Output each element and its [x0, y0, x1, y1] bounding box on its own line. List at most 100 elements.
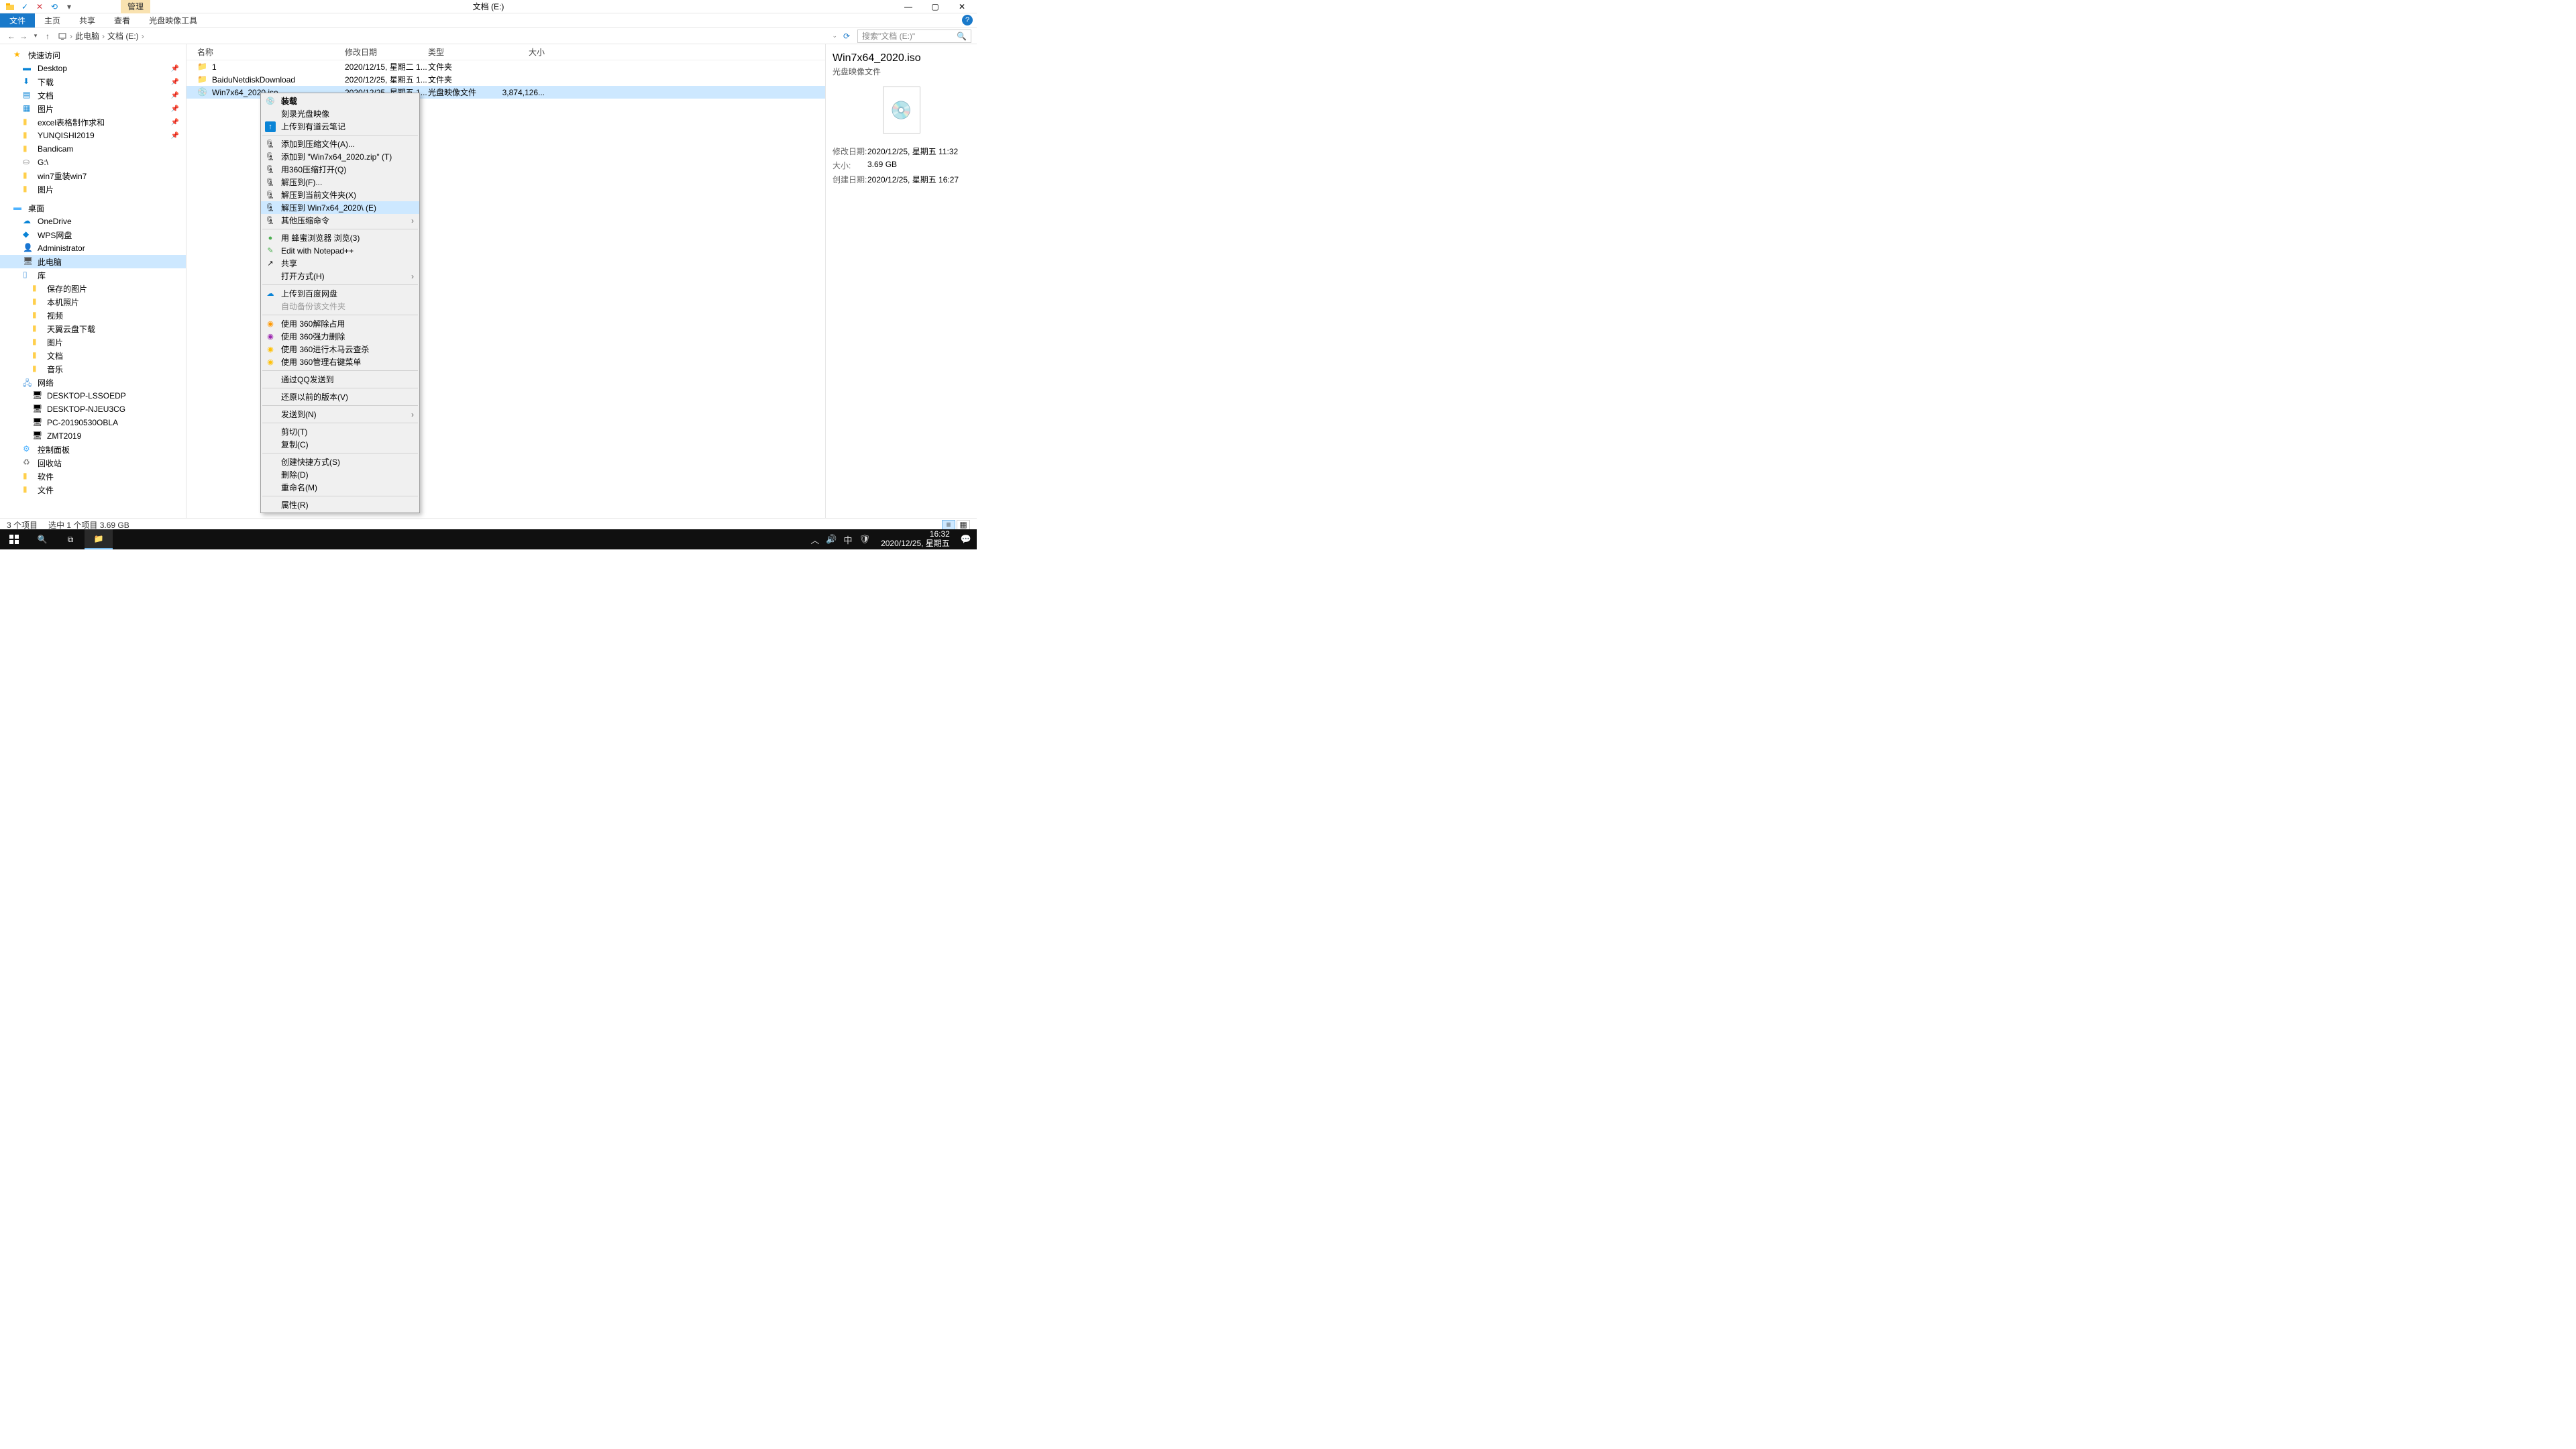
nav-pictures[interactable]: ▦图片📌: [0, 102, 186, 115]
nav-folder[interactable]: ▮YUNQISHI2019📌: [0, 129, 186, 142]
ctx-baidu[interactable]: ☁上传到百度网盘: [261, 287, 419, 300]
nav-up-icon[interactable]: ↑: [42, 32, 54, 41]
nav-folder[interactable]: ▮图片: [0, 335, 186, 349]
column-headers[interactable]: 名称 修改日期 类型 大小: [186, 44, 825, 60]
nav-folder[interactable]: ▮图片: [0, 182, 186, 196]
ctx-360-delete[interactable]: ◉使用 360强力删除: [261, 330, 419, 343]
table-row[interactable]: 📁 BaiduNetdiskDownload 2020/12/25, 星期五 1…: [186, 73, 825, 86]
help-icon[interactable]: ?: [962, 15, 973, 25]
ctx-rename[interactable]: 重命名(M): [261, 481, 419, 494]
nav-folder[interactable]: ▮文件: [0, 483, 186, 496]
nav-folder[interactable]: ▮软件: [0, 470, 186, 483]
nav-quick-access[interactable]: ★快速访问: [0, 48, 186, 62]
nav-control-panel[interactable]: ⚙控制面板: [0, 443, 186, 456]
col-date[interactable]: 修改日期: [345, 46, 428, 58]
ctx-other-compress[interactable]: 🗜其他压缩命令›: [261, 214, 419, 227]
search-input[interactable]: 搜索"文档 (E:)" 🔍: [857, 30, 971, 43]
minimize-button[interactable]: —: [895, 0, 922, 13]
ctx-share[interactable]: ↗共享: [261, 257, 419, 270]
nav-downloads[interactable]: ⬇下载📌: [0, 75, 186, 89]
nav-folder[interactable]: ▮Bandicam: [0, 142, 186, 156]
nav-back-icon[interactable]: ←: [5, 32, 17, 41]
qat-check-icon[interactable]: ✓: [19, 1, 31, 13]
crumb-pc[interactable]: 此电脑: [75, 30, 99, 42]
col-type[interactable]: 类型: [428, 46, 498, 58]
crumb-location[interactable]: 文档 (E:): [107, 30, 139, 42]
search-button[interactable]: 🔍: [28, 529, 56, 549]
ime-icon[interactable]: 中: [844, 533, 853, 546]
ctx-shortcut[interactable]: 创建快捷方式(S): [261, 455, 419, 468]
col-name[interactable]: 名称: [197, 46, 345, 58]
ctx-properties[interactable]: 属性(R): [261, 498, 419, 511]
ctx-open-with[interactable]: 打开方式(H)›: [261, 270, 419, 282]
contextual-tab-manage[interactable]: 管理: [121, 0, 150, 13]
nav-forward-icon[interactable]: →: [17, 32, 30, 41]
nav-recycle-bin[interactable]: ♻回收站: [0, 456, 186, 470]
nav-folder[interactable]: ▮音乐: [0, 362, 186, 376]
security-icon[interactable]: 🛡: [859, 534, 871, 545]
nav-computer[interactable]: 🖥DESKTOP-LSSOEDP: [0, 389, 186, 402]
navigation-pane[interactable]: ★快速访问 ▬Desktop📌 ⬇下载📌 ▤文档📌 ▦图片📌 ▮excel表格制…: [0, 44, 186, 518]
qat-delete-icon[interactable]: ✕: [34, 1, 46, 13]
ctx-mount[interactable]: 💿装载: [261, 95, 419, 107]
ctx-open-360[interactable]: 🗜用360压缩打开(Q): [261, 163, 419, 176]
task-view-button[interactable]: ⧉: [56, 529, 85, 549]
chevron-right-icon[interactable]: ›: [68, 32, 74, 41]
nav-onedrive[interactable]: ☁OneDrive: [0, 215, 186, 228]
nav-folder[interactable]: ▮excel表格制作求和📌: [0, 115, 186, 129]
qat-undo-icon[interactable]: ⟲: [48, 1, 60, 13]
tab-share[interactable]: 共享: [70, 13, 105, 28]
nav-this-pc[interactable]: 🖥此电脑: [0, 255, 186, 268]
nav-user[interactable]: 👤Administrator: [0, 241, 186, 255]
ctx-send-to[interactable]: 发送到(N)›: [261, 408, 419, 421]
ctx-cut[interactable]: 剪切(T): [261, 425, 419, 438]
ctx-restore-version[interactable]: 还原以前的版本(V): [261, 390, 419, 403]
ctx-extract-folder[interactable]: 🗜解压到 Win7x64_2020\ (E): [261, 201, 419, 214]
ctx-copy[interactable]: 复制(C): [261, 438, 419, 451]
nav-videos[interactable]: ▮视频: [0, 309, 186, 322]
chevron-right-icon[interactable]: ›: [140, 32, 146, 41]
nav-libraries[interactable]: ▯库: [0, 268, 186, 282]
nav-folder[interactable]: ▮文档: [0, 349, 186, 362]
maximize-button[interactable]: ▢: [922, 0, 949, 13]
ctx-honey-browser[interactable]: ●用 蜂蜜浏览器 浏览(3): [261, 231, 419, 244]
nav-network[interactable]: 🖧网络: [0, 376, 186, 389]
start-button[interactable]: [0, 529, 28, 549]
nav-dropdown-icon[interactable]: ▾: [30, 32, 42, 40]
nav-wps[interactable]: ◆WPS网盘: [0, 228, 186, 241]
ctx-notepad[interactable]: ✎Edit with Notepad++: [261, 244, 419, 257]
table-row[interactable]: 📁 1 2020/12/15, 星期二 1... 文件夹: [186, 60, 825, 73]
nav-computer[interactable]: 🖥ZMT2019: [0, 429, 186, 443]
nav-desktop[interactable]: ▬Desktop📌: [0, 62, 186, 75]
tray-chevron-icon[interactable]: ︿: [810, 533, 819, 546]
qat-dropdown-icon[interactable]: ▾: [63, 1, 75, 13]
taskbar[interactable]: 🔍 ⧉ 📁 ︿ 🔊 中 🛡 16:32 2020/12/25, 星期五 💬: [0, 529, 977, 549]
ctx-youdao[interactable]: ↑上传到有道云笔记: [261, 120, 419, 133]
nav-folder[interactable]: ▮win7重装win7: [0, 169, 186, 182]
tab-home[interactable]: 主页: [35, 13, 70, 28]
clock[interactable]: 16:32 2020/12/25, 星期五: [877, 530, 954, 549]
nav-folder[interactable]: ▮本机照片: [0, 295, 186, 309]
ctx-extract-to[interactable]: 🗜解压到(F)...: [261, 176, 419, 189]
nav-folder[interactable]: ▮保存的图片: [0, 282, 186, 295]
nav-desktop-root[interactable]: ▬桌面: [0, 201, 186, 215]
addr-dropdown-icon[interactable]: ⌄: [832, 32, 840, 40]
notification-icon[interactable]: 💬: [961, 534, 971, 545]
ctx-burn[interactable]: 刻录光盘映像: [261, 107, 419, 120]
nav-computer[interactable]: 🖥PC-20190530OBLA: [0, 416, 186, 429]
tab-file[interactable]: 文件: [0, 13, 35, 28]
ctx-360-menu[interactable]: ◉使用 360管理右键菜单: [261, 356, 419, 368]
explorer-button[interactable]: 📁: [85, 529, 113, 549]
ctx-qq-send[interactable]: 通过QQ发送到: [261, 373, 419, 386]
ctx-add-zip[interactable]: 🗜添加到 "Win7x64_2020.zip" (T): [261, 150, 419, 163]
view-details-button[interactable]: ≡: [942, 520, 955, 530]
nav-folder[interactable]: ▮天翼云盘下载: [0, 322, 186, 335]
ctx-delete[interactable]: 删除(D): [261, 468, 419, 481]
tab-view[interactable]: 查看: [105, 13, 140, 28]
col-size[interactable]: 大小: [498, 46, 551, 58]
nav-documents[interactable]: ▤文档📌: [0, 89, 186, 102]
breadcrumb[interactable]: › 此电脑 › 文档 (E:) ›: [54, 30, 832, 42]
tab-disc-tools[interactable]: 光盘映像工具: [140, 13, 207, 28]
ctx-add-archive[interactable]: 🗜添加到压缩文件(A)...: [261, 138, 419, 150]
volume-icon[interactable]: 🔊: [826, 534, 837, 545]
